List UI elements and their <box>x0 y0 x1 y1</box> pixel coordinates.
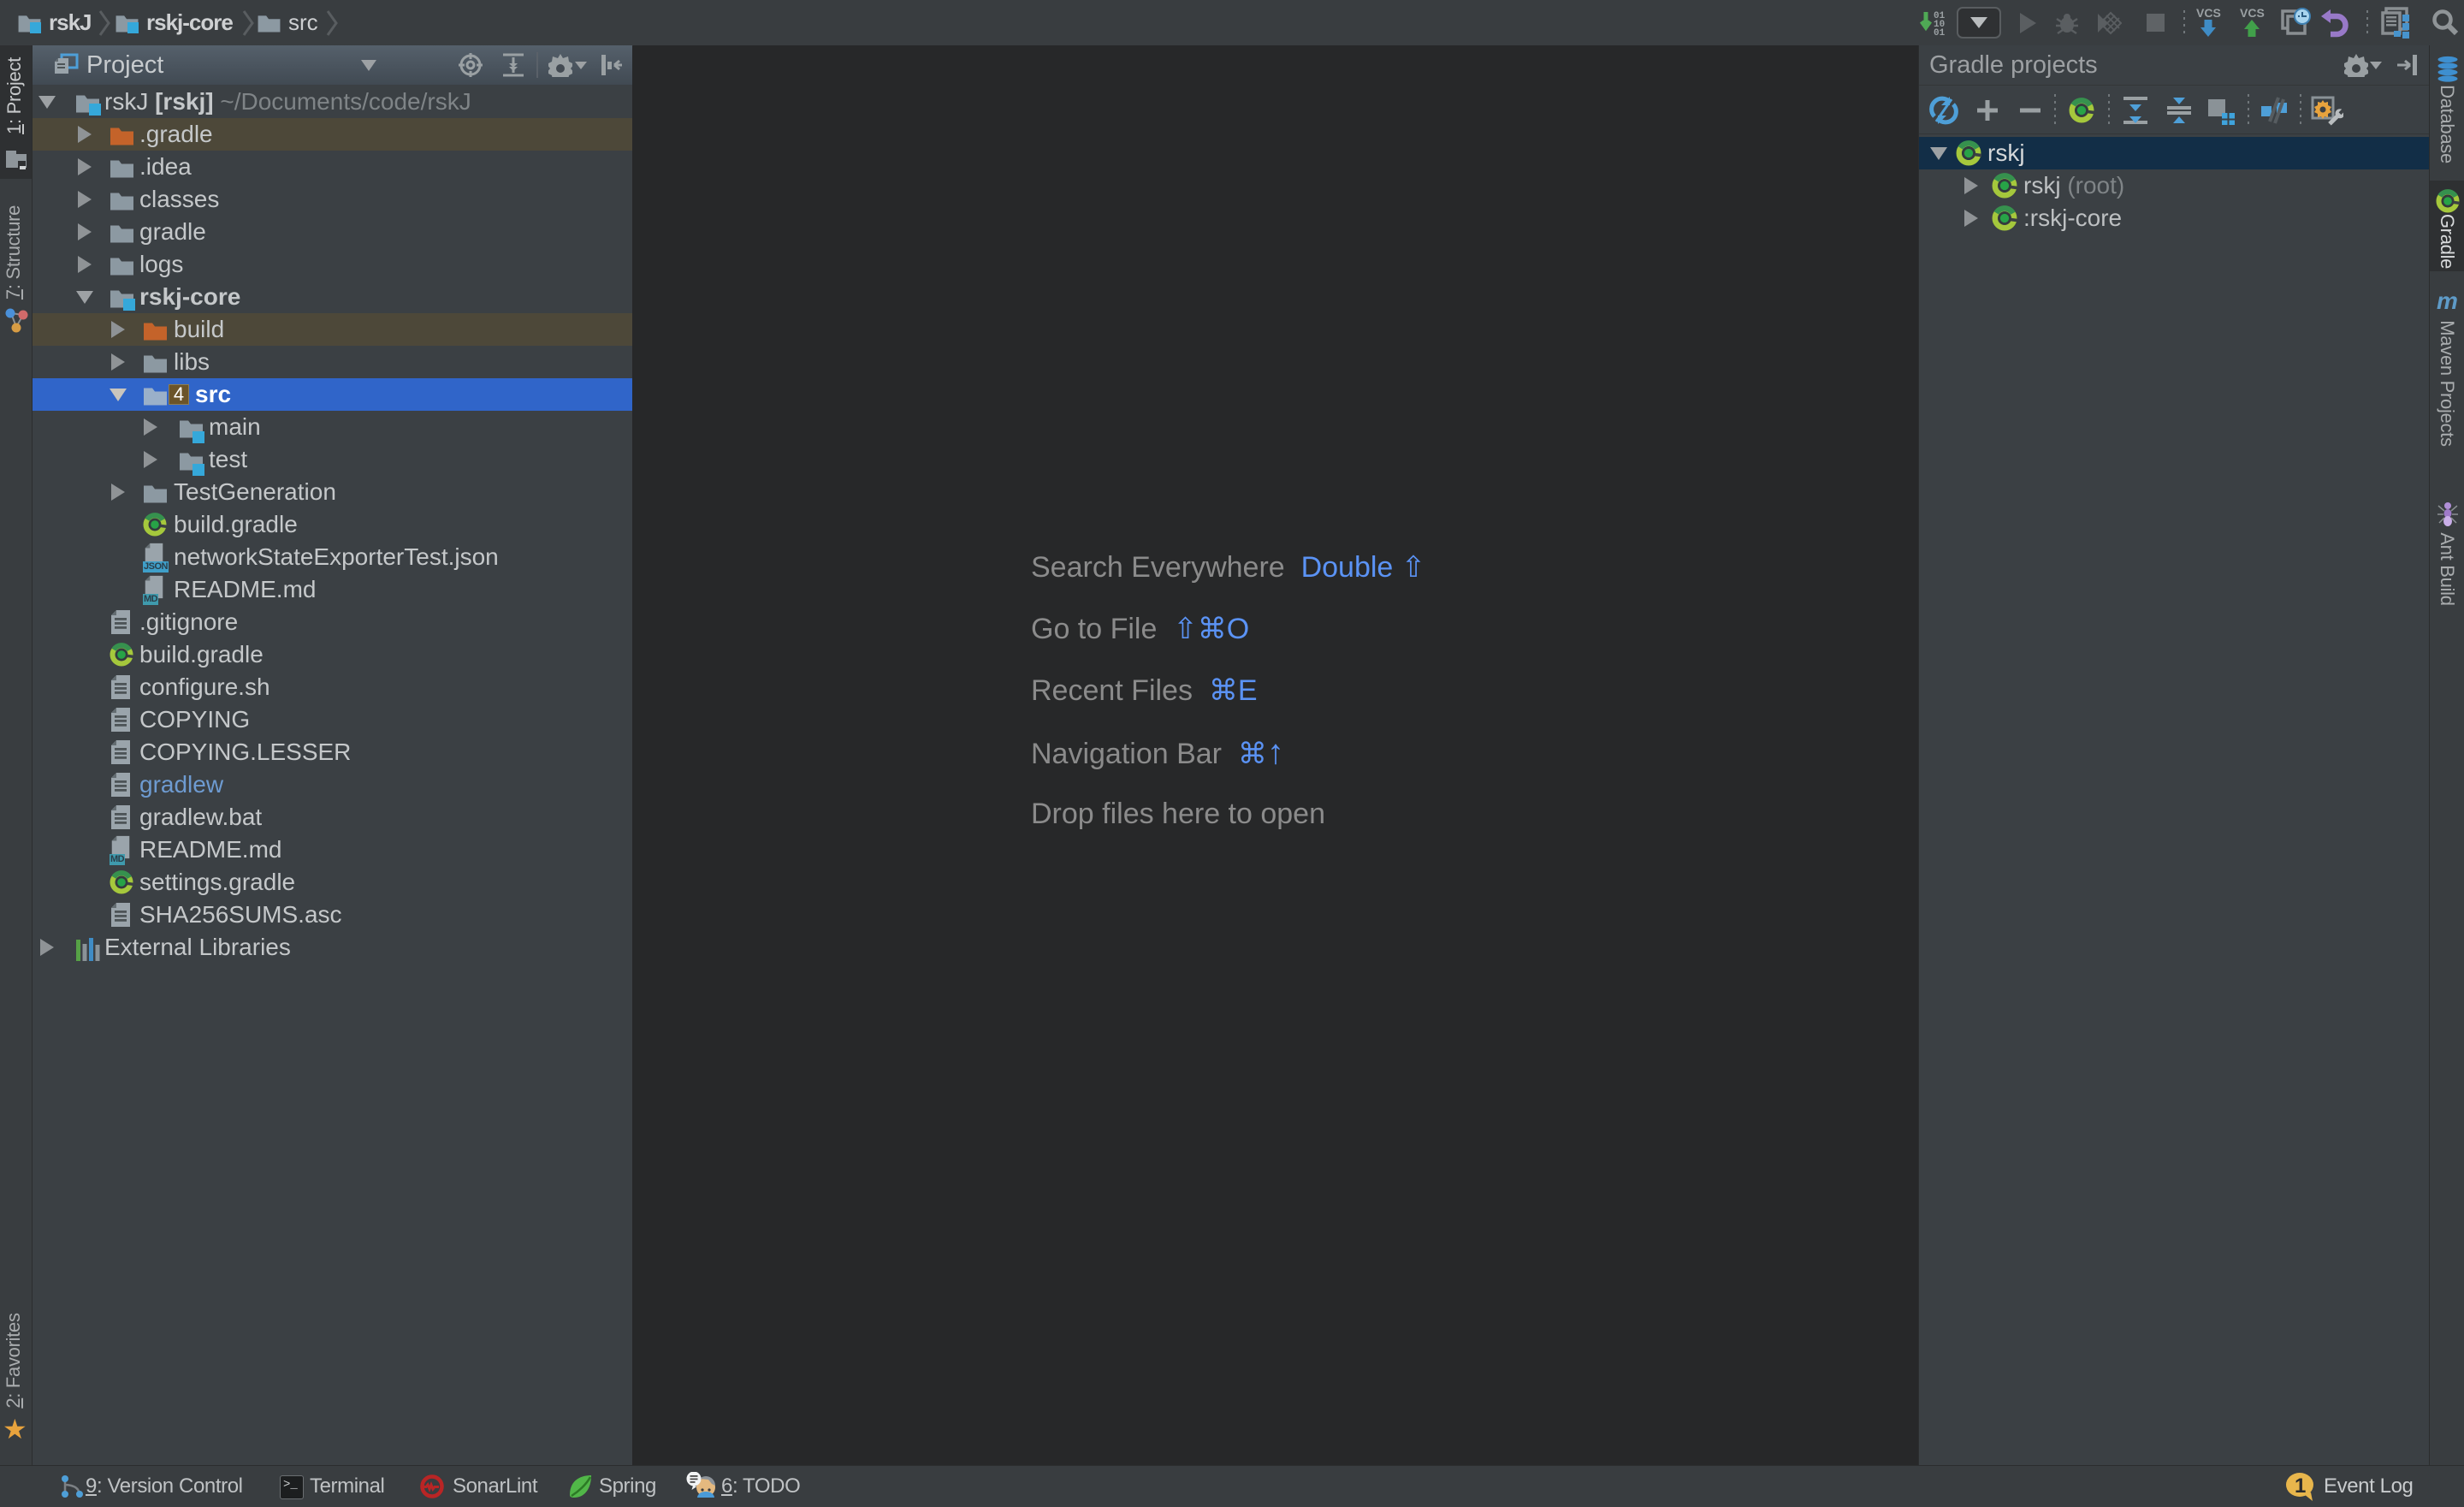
svg-text:VCS: VCS <box>2240 6 2265 20</box>
svg-text:1: 1 <box>2295 1474 2306 1498</box>
svg-text:VCS: VCS <box>2196 6 2221 20</box>
svg-text:01: 01 <box>1934 28 1946 38</box>
svg-text:m: m <box>2437 289 2458 313</box>
